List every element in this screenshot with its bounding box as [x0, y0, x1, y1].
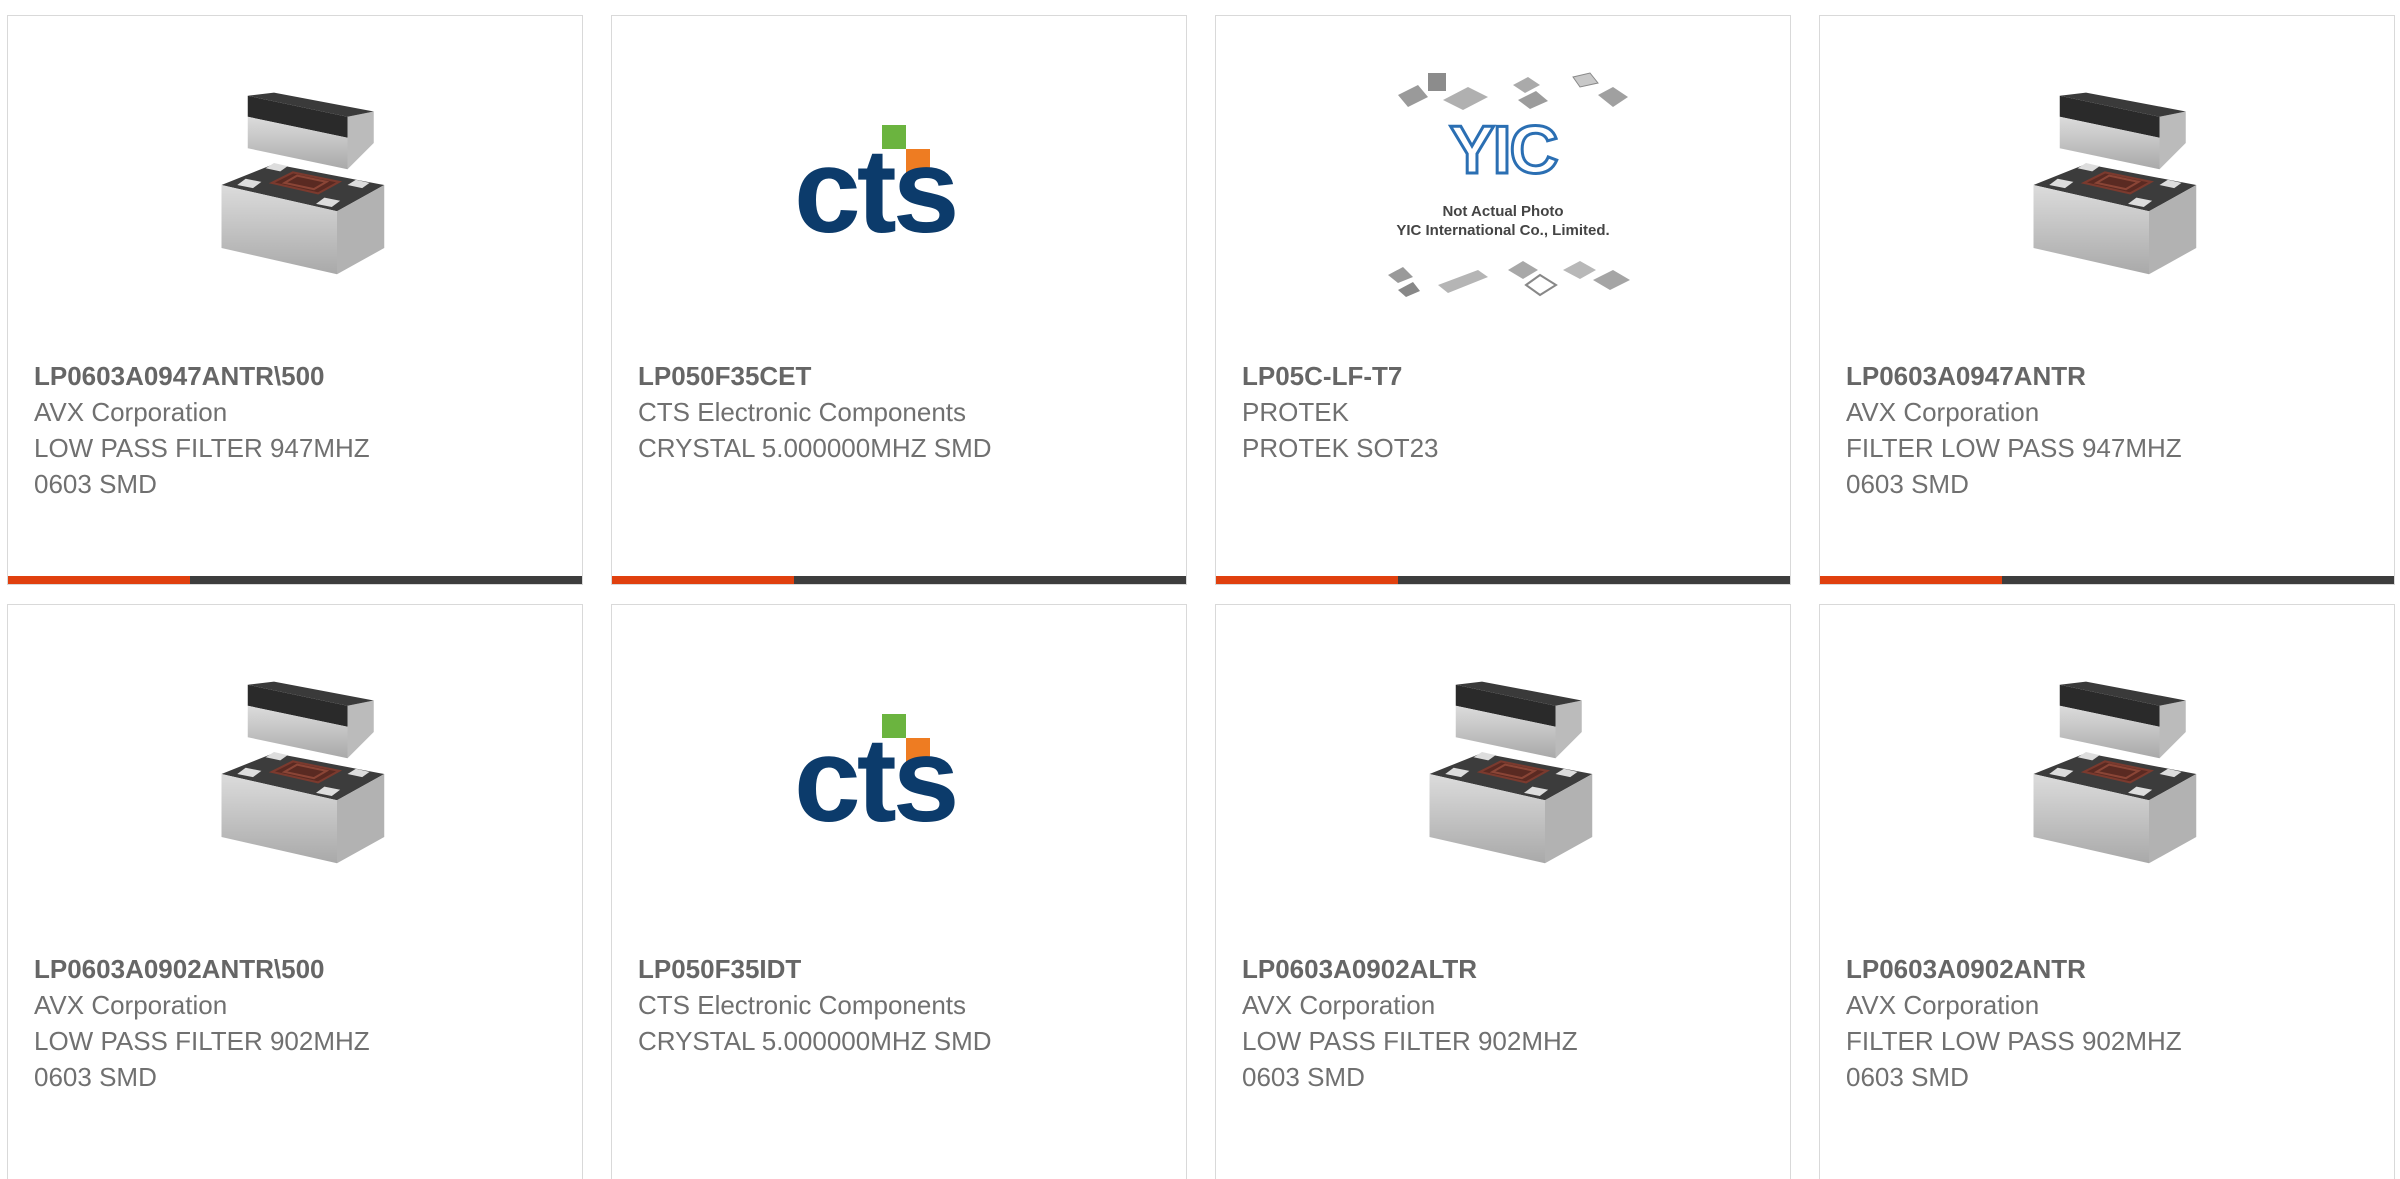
smd-filter-icon: [1398, 669, 1608, 879]
product-card[interactable]: YIC Not Actual Photo YIC International C…: [1215, 15, 1791, 585]
card-bottom-bar: [1216, 576, 1790, 584]
product-card[interactable]: LP0603A0947ANTR AVX Corporation FILTER L…: [1819, 15, 2395, 585]
part-number-link[interactable]: LP0603A0902ANTR\500: [34, 951, 562, 987]
product-image[interactable]: [1820, 663, 2394, 885]
product-image[interactable]: YIC Not Actual Photo YIC International C…: [1216, 72, 1790, 297]
manufacturer-name: AVX Corporation: [34, 990, 228, 1020]
product-description: LOW PASS FILTER 902MHZ 0603 SMD: [1242, 1026, 1578, 1092]
manufacturer-name: AVX Corporation: [1846, 397, 2040, 427]
part-number-link[interactable]: LP050F35CET: [638, 358, 1166, 394]
cts-logo: cts: [794, 713, 959, 847]
product-description: CRYSTAL 5.000000MHZ SMD: [638, 433, 992, 463]
product-description: FILTER LOW PASS 947MHZ 0603 SMD: [1846, 433, 2182, 499]
product-image[interactable]: [8, 74, 582, 296]
card-bottom-bar: [612, 576, 1186, 584]
product-image[interactable]: [8, 663, 582, 885]
part-number-link[interactable]: LP050F35IDT: [638, 951, 1166, 987]
cts-logo: cts: [794, 124, 959, 258]
product-card[interactable]: cts LP050F35IDT CTS Electronic Component…: [611, 604, 1187, 1179]
product-card[interactable]: LP0603A0902ANTR AVX Corporation FILTER L…: [1819, 604, 2395, 1179]
part-number-link[interactable]: LP0603A0902ALTR: [1242, 951, 1770, 987]
manufacturer-name: AVX Corporation: [34, 397, 228, 427]
smd-filter-icon: [190, 80, 400, 290]
manufacturer-name: AVX Corporation: [1242, 990, 1436, 1020]
product-description: FILTER LOW PASS 902MHZ 0603 SMD: [1846, 1026, 2182, 1092]
part-number-link[interactable]: LP05C-LF-T7: [1242, 358, 1770, 394]
part-number-link[interactable]: LP0603A0902ANTR: [1846, 951, 2374, 987]
manufacturer-name: CTS Electronic Components: [638, 397, 967, 427]
smd-filter-icon: [2002, 669, 2212, 879]
product-image[interactable]: cts: [612, 663, 1186, 885]
yic-placeholder-image: YIC Not Actual Photo YIC International C…: [1368, 65, 1638, 305]
product-card[interactable]: LP0603A0902ALTR AVX Corporation LOW PASS…: [1215, 604, 1791, 1179]
part-number-link[interactable]: LP0603A0947ANTR\500: [34, 358, 562, 394]
manufacturer-name: CTS Electronic Components: [638, 990, 967, 1020]
product-card[interactable]: LP0603A0902ANTR\500 AVX Corporation LOW …: [7, 604, 583, 1179]
product-image[interactable]: [1216, 663, 1790, 885]
product-description: LOW PASS FILTER 902MHZ 0603 SMD: [34, 1026, 370, 1092]
product-image[interactable]: [1820, 74, 2394, 296]
smd-filter-icon: [190, 669, 400, 879]
smd-filter-icon: [2002, 80, 2212, 290]
manufacturer-name: AVX Corporation: [1846, 990, 2040, 1020]
card-bottom-bar: [8, 576, 582, 584]
product-card[interactable]: LP0603A0947ANTR\500 AVX Corporation LOW …: [7, 15, 583, 585]
product-description: CRYSTAL 5.000000MHZ SMD: [638, 1026, 992, 1056]
product-image[interactable]: cts: [612, 74, 1186, 296]
manufacturer-name: PROTEK: [1242, 397, 1349, 427]
part-number-link[interactable]: LP0603A0947ANTR: [1846, 358, 2374, 394]
product-description: LOW PASS FILTER 947MHZ 0603 SMD: [34, 433, 370, 499]
product-description: PROTEK SOT23: [1242, 433, 1439, 463]
product-card[interactable]: cts LP050F35CET CTS Electronic Component…: [611, 15, 1187, 585]
card-bottom-bar: [1820, 576, 2394, 584]
